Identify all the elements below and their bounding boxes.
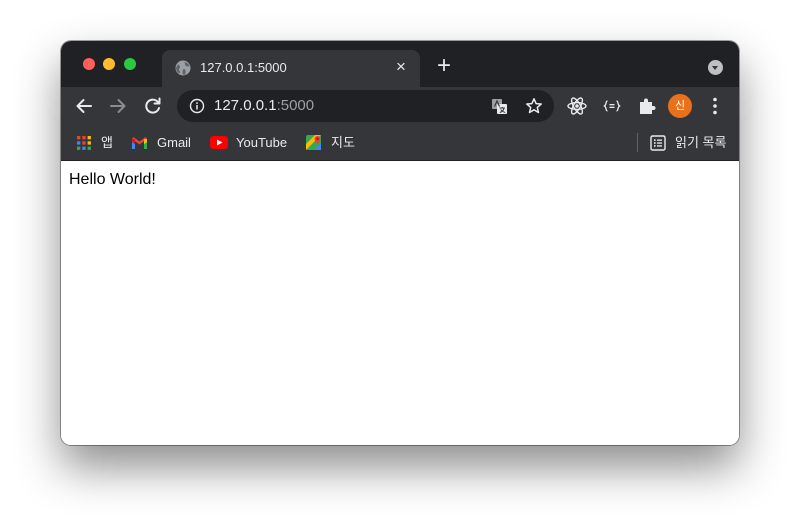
maps-icon (306, 135, 321, 150)
toolbar: 127.0.0.1:5000 신 (61, 87, 739, 125)
translate-icon[interactable] (491, 98, 508, 115)
bookmark-gmail-label: Gmail (157, 135, 191, 150)
back-icon[interactable] (73, 95, 95, 117)
tab-search-icon[interactable] (708, 60, 723, 75)
tab-close-icon[interactable]: × (392, 58, 410, 76)
url-port: :5000 (276, 97, 315, 114)
bookmark-apps-label: 앱 (101, 135, 113, 150)
bookmarks-divider (637, 133, 638, 152)
gmail-icon (132, 137, 147, 149)
youtube-icon (210, 136, 228, 149)
json-viewer-icon[interactable] (601, 95, 623, 117)
extensions-icon[interactable] (636, 95, 658, 117)
bookmark-youtube-label: YouTube (236, 135, 288, 150)
profile-avatar[interactable]: 신 (668, 94, 692, 118)
bookmark-star-icon[interactable] (525, 97, 543, 115)
address-bar[interactable]: 127.0.0.1:5000 (177, 90, 554, 122)
more-menu-icon[interactable] (704, 95, 726, 117)
url-host: 127.0.0.1 (214, 97, 277, 114)
minimize-window-button[interactable] (103, 58, 115, 70)
react-devtools-icon[interactable] (566, 95, 588, 117)
reading-list-icon (650, 135, 666, 151)
url-text[interactable]: 127.0.0.1:5000 (214, 97, 314, 114)
close-window-button[interactable] (83, 58, 95, 70)
browser-window: 127.0.0.1:5000 × + 127.0.0.1:5000 신 앱 Gm… (61, 41, 739, 445)
bookmark-maps-label: 지도 (331, 135, 355, 150)
apps-grid-icon (77, 136, 91, 150)
forward-icon[interactable] (107, 95, 129, 117)
globe-icon (175, 60, 191, 76)
reading-list-label: 읽기 목록 (675, 135, 727, 150)
zoom-window-button[interactable] (124, 58, 136, 70)
info-icon[interactable] (189, 98, 205, 114)
bookmarks-bar: 앱 Gmail YouTube 지도 읽기 목록 (61, 125, 739, 161)
tab-strip: 127.0.0.1:5000 × + (61, 41, 739, 87)
tab-title: 127.0.0.1:5000 (200, 60, 287, 75)
page-content: Hello World! (61, 161, 739, 445)
page-text: Hello World! (69, 171, 156, 188)
reload-icon[interactable] (142, 95, 164, 117)
tab-active[interactable]: 127.0.0.1:5000 × (162, 50, 420, 87)
new-tab-button[interactable]: + (433, 54, 455, 78)
